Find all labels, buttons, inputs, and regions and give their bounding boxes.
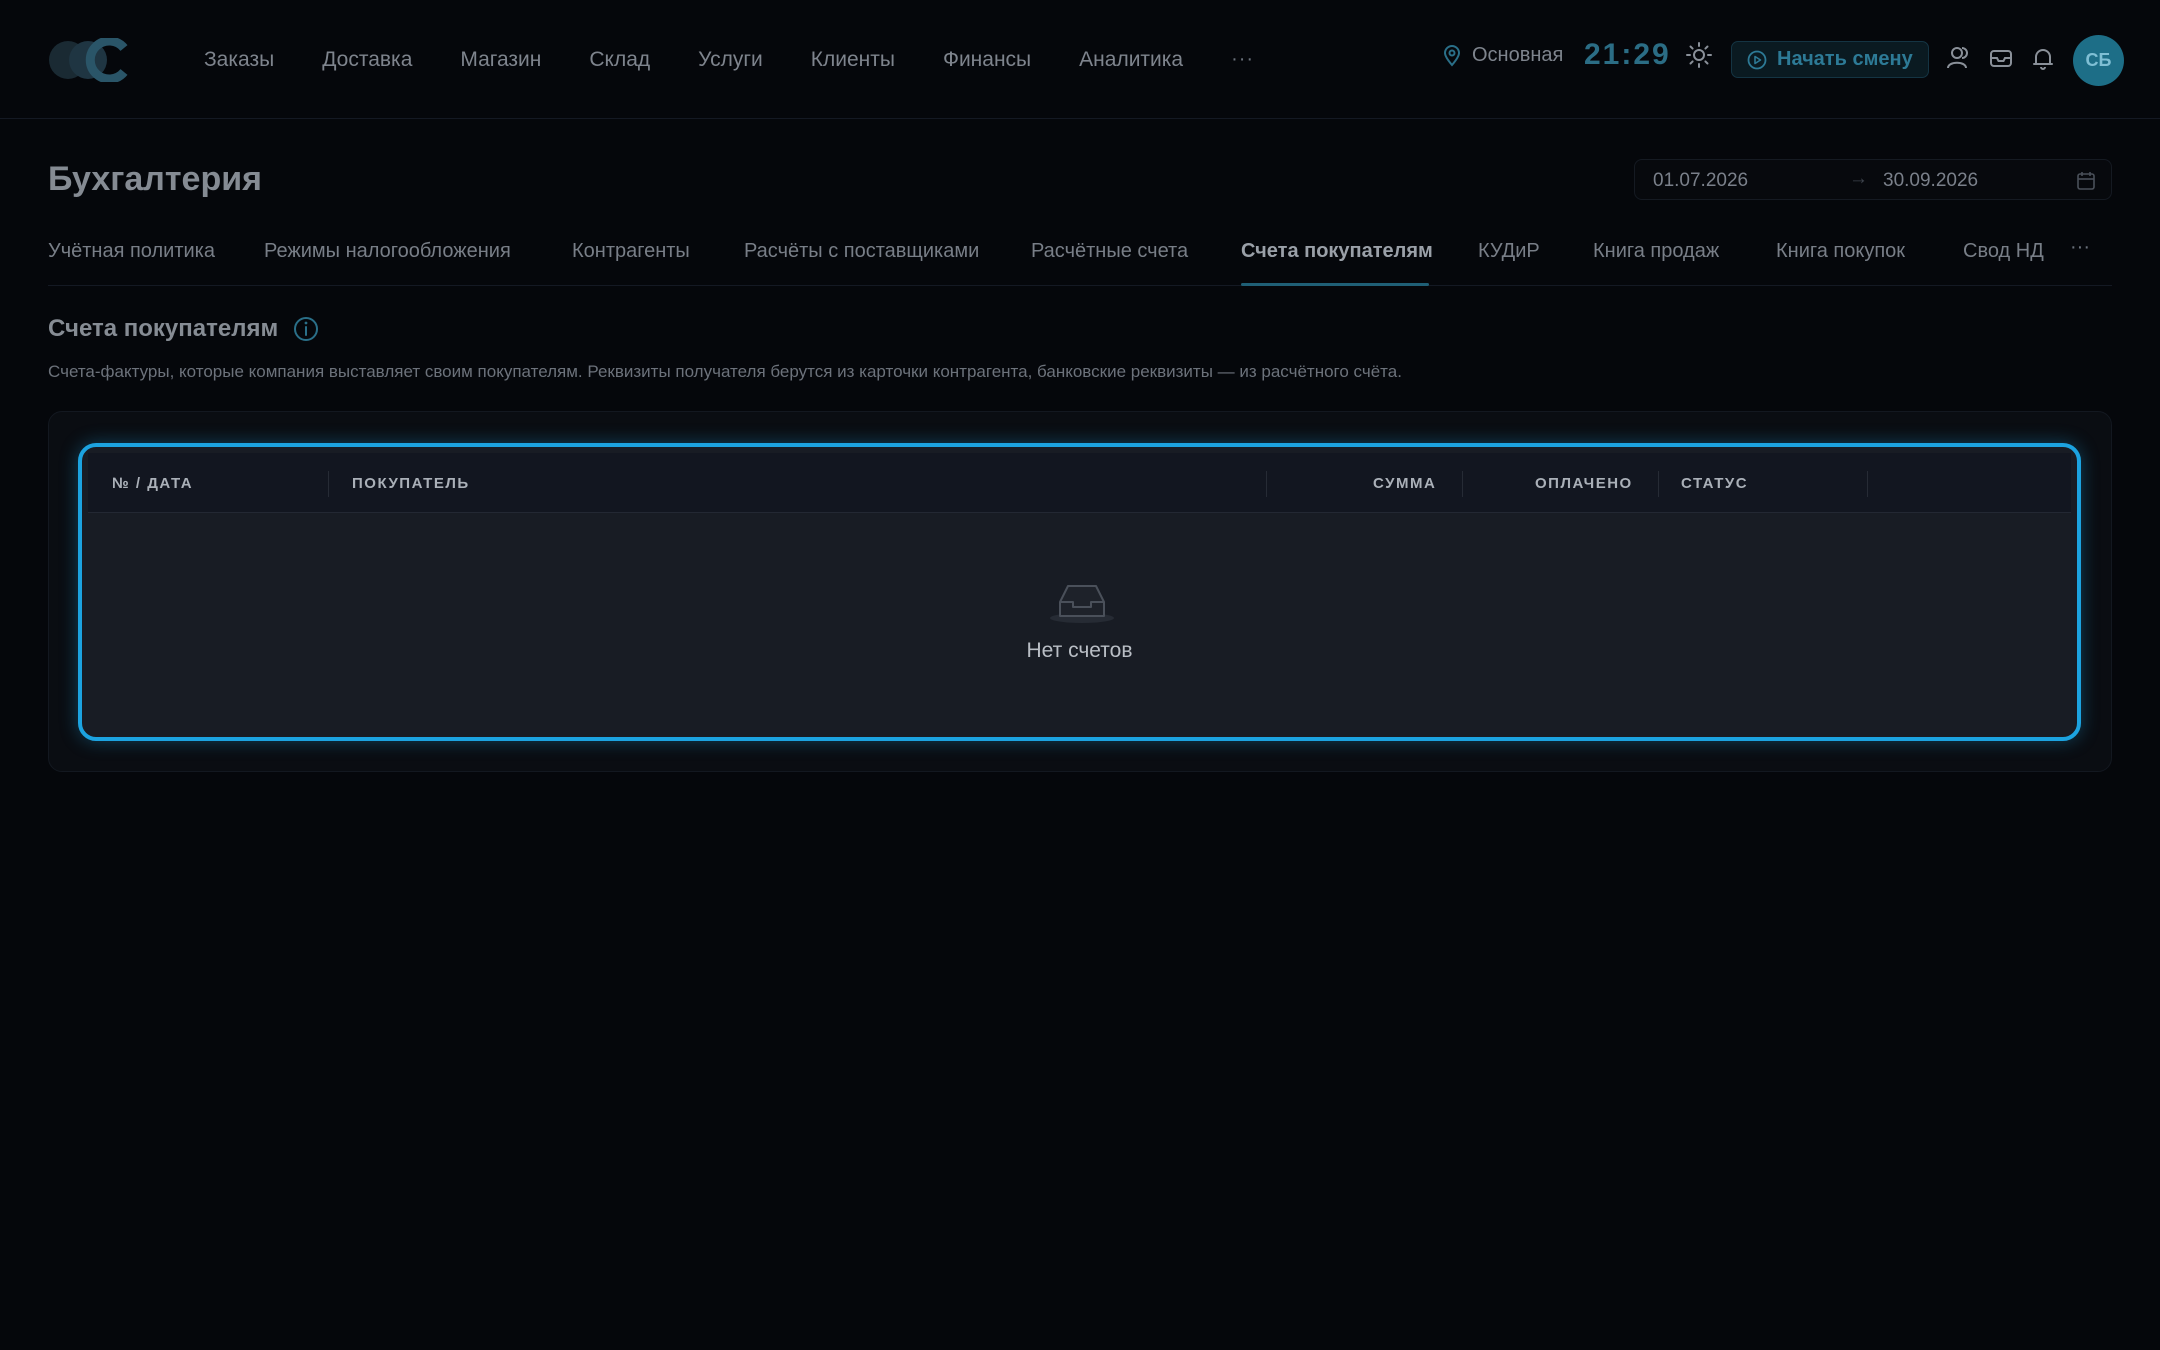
tab-supplier-settlements[interactable]: Расчёты с поставщиками (744, 240, 979, 263)
tab-bank-accounts[interactable]: Расчётные счета (1031, 240, 1188, 263)
nav-item-clients[interactable]: Клиенты (811, 48, 895, 72)
top-navigation: Заказы Доставка Магазин Склад Услуги Кли… (0, 0, 2160, 119)
avatar[interactable]: СБ (2073, 35, 2124, 86)
start-shift-label: Начать смену (1777, 48, 1913, 70)
section-description: Счета-фактуры, которые компания выставля… (48, 362, 1402, 381)
map-pin-icon (1443, 44, 1461, 67)
page-title: Бухгалтерия (48, 160, 262, 198)
column-status[interactable]: СТАТУС (1681, 475, 1748, 492)
column-number-date[interactable]: № / ДАТА (112, 475, 193, 492)
calendar-icon[interactable] (2075, 170, 2097, 192)
invoices-table: № / ДАТА ПОКУПАТЕЛЬ СУММА ОПЛАЧЕНО СТАТУ… (78, 443, 2081, 741)
nav-item-services[interactable]: Услуги (698, 48, 763, 72)
location-label: Основная (1472, 44, 1564, 66)
active-tab-indicator (1241, 283, 1429, 286)
tab-counterparties[interactable]: Контрагенты (572, 240, 690, 263)
column-divider (1462, 471, 1463, 497)
nav-item-analytics[interactable]: Аналитика (1079, 48, 1183, 72)
tab-tax-summary[interactable]: Свод НД (1963, 240, 2044, 263)
start-shift-button[interactable]: Начать смену (1731, 41, 1929, 78)
column-divider (1867, 471, 1868, 497)
column-amount[interactable]: СУММА (1373, 475, 1436, 492)
arrow-right-icon: → (1849, 168, 1868, 189)
tab-sales-book[interactable]: Книга продаж (1593, 240, 1719, 263)
users-icon[interactable] (1945, 44, 1973, 72)
section-title: Счета покупателям (48, 315, 279, 342)
tabs-more-button[interactable]: ··· (2070, 236, 2090, 259)
column-customer[interactable]: ПОКУПАТЕЛЬ (352, 475, 470, 492)
location-selector[interactable]: Основная (1442, 44, 1563, 67)
tab-accounting-policy[interactable]: Учётная политика (48, 240, 215, 263)
table-header: № / ДАТА ПОКУПАТЕЛЬ СУММА ОПЛАЧЕНО СТАТУ… (88, 453, 2071, 513)
play-circle-icon (1747, 50, 1767, 69)
empty-inbox-icon (1050, 585, 1114, 623)
date-range-picker[interactable]: 01.07.2026 → 30.09.2026 (1634, 159, 2112, 200)
logo-icon[interactable] (48, 38, 134, 82)
info-icon[interactable] (292, 315, 320, 343)
nav-item-warehouse[interactable]: Склад (589, 48, 650, 72)
nav-more-button[interactable]: ··· (1231, 48, 1254, 71)
clock: 21:29 (1584, 38, 1671, 71)
accounting-tabs: Учётная политика Режимы налогообложения … (48, 226, 2112, 286)
date-from-field[interactable]: 01.07.2026 (1653, 170, 1748, 192)
column-divider (1658, 471, 1659, 497)
nav-item-finance[interactable]: Финансы (943, 48, 1031, 72)
nav-item-delivery[interactable]: Доставка (322, 48, 412, 72)
main-menu: Заказы Доставка Магазин Склад Услуги Кли… (204, 0, 1254, 119)
empty-state-text: Нет счетов (1026, 639, 1133, 662)
column-divider (1266, 471, 1267, 497)
bell-icon[interactable] (2029, 44, 2057, 72)
nav-item-shop[interactable]: Магазин (460, 48, 541, 72)
tab-customer-invoices[interactable]: Счета покупателям (1241, 240, 1433, 263)
nav-item-orders[interactable]: Заказы (204, 48, 274, 72)
date-to-field[interactable]: 30.09.2026 (1883, 170, 1978, 192)
sun-icon[interactable] (1685, 41, 1713, 69)
inbox-icon[interactable] (1987, 44, 2015, 72)
tab-purchase-book[interactable]: Книга покупок (1776, 240, 1905, 263)
tab-tax-regimes[interactable]: Режимы налогообложения (264, 240, 511, 263)
column-divider (328, 471, 329, 497)
column-paid[interactable]: ОПЛАЧЕНО (1535, 475, 1633, 492)
tab-kudir[interactable]: КУДиР (1478, 240, 1540, 263)
